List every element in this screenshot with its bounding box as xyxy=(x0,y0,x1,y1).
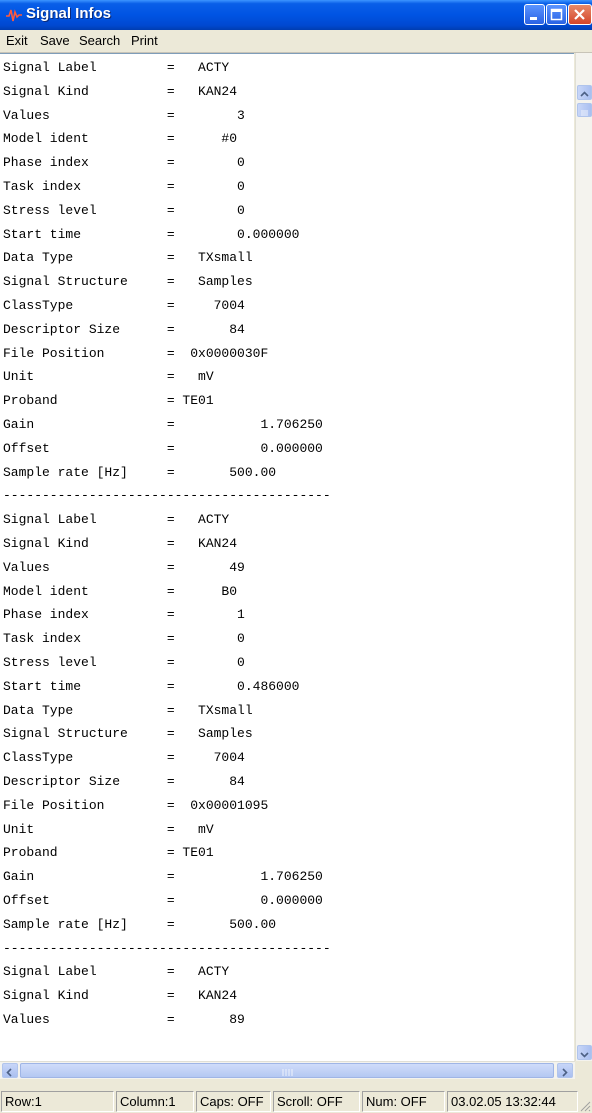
separator-line: ----------------------------------------… xyxy=(3,940,331,956)
status-bar: Row:1 Column:1 Caps: OFF Scroll: OFF Num… xyxy=(0,1079,592,1113)
grip-icon xyxy=(282,1069,293,1076)
info-line: Values = 49 xyxy=(3,559,245,575)
scroll-thumb[interactable] xyxy=(577,103,592,117)
status-num: Num: OFF xyxy=(362,1091,445,1112)
info-line: Signal Structure = Samples xyxy=(3,274,253,290)
info-line: Stress level = 0 xyxy=(3,202,245,218)
info-line: Values = 89 xyxy=(3,1012,245,1027)
status-scroll: Scroll: OFF xyxy=(273,1091,360,1112)
info-line: Signal Label = ACTY xyxy=(3,60,230,75)
info-line: Phase index = 1 xyxy=(3,607,245,623)
vertical-scrollbar[interactable] xyxy=(575,53,592,1061)
close-button[interactable] xyxy=(568,4,592,25)
status-datetime: 03.02.05 13:32:44 xyxy=(447,1091,578,1112)
info-line: Unit = mV xyxy=(3,821,214,837)
window-title: Signal Infos xyxy=(26,5,112,22)
info-line: Data Type = TXsmall xyxy=(3,702,253,718)
signal-info-text-area[interactable]: Signal Label = ACTY Signal Kind = KAN24 Va… xyxy=(0,53,574,1062)
status-caps: Caps: OFF xyxy=(196,1091,271,1112)
info-line: Offset = 0.000000 xyxy=(3,893,323,908)
maximize-icon xyxy=(550,8,563,21)
info-line: Phase index = 0 xyxy=(3,155,245,171)
horizontal-scrollbar[interactable] xyxy=(0,1061,575,1079)
info-line: Signal Kind = KAN24 xyxy=(3,83,238,99)
resize-grip-icon[interactable] xyxy=(579,1100,591,1112)
scrollbar-corner xyxy=(575,1061,592,1078)
chevron-down-icon xyxy=(580,1052,589,1058)
info-line: Descriptor Size = 84 xyxy=(3,321,245,337)
maximize-button[interactable] xyxy=(546,4,567,25)
info-line: Task index = 0 xyxy=(3,631,245,647)
scroll-up-button[interactable] xyxy=(577,85,592,100)
menu-save[interactable]: Save xyxy=(40,33,70,48)
info-line: Gain = 1.706250 xyxy=(3,417,323,432)
menu-search[interactable]: Search xyxy=(79,33,120,48)
status-column: Column:1 xyxy=(116,1091,194,1112)
info-line: Signal Kind = KAN24 xyxy=(3,536,238,551)
info-line: Sample rate [Hz] = 500.00 xyxy=(3,916,277,932)
info-line: Signal Kind = KAN24 xyxy=(3,988,238,1004)
separator-line: ----------------------------------------… xyxy=(3,488,331,504)
info-line: Model ident = B0 xyxy=(3,583,238,599)
menu-bar: Exit Save Search Print xyxy=(0,30,592,53)
info-line: Offset = 0.000000 xyxy=(3,440,323,456)
info-line: Sample rate [Hz] = 500.00 xyxy=(3,464,277,480)
menu-print[interactable]: Print xyxy=(131,33,158,48)
info-line: Gain = 1.706250 xyxy=(3,869,323,885)
info-line: Signal Label = ACTY xyxy=(3,512,230,528)
close-icon xyxy=(574,9,585,20)
scroll-down-button[interactable] xyxy=(577,1045,592,1060)
info-line: Data Type = TXsmall xyxy=(3,250,253,266)
info-line: File Position = 0x00001095 xyxy=(3,797,269,813)
info-line: Stress level = 0 xyxy=(3,655,245,670)
info-line: Signal Label = ACTY xyxy=(3,964,230,980)
info-line: Signal Structure = Samples xyxy=(3,726,253,742)
grip-icon xyxy=(581,110,588,116)
info-line: Start time = 0.486000 xyxy=(3,678,300,694)
info-line: Unit = mV xyxy=(3,369,214,385)
chevron-left-icon xyxy=(6,1068,12,1077)
scroll-right-button[interactable] xyxy=(557,1063,573,1078)
title-bar[interactable]: Signal Infos xyxy=(0,0,592,30)
status-row: Row:1 xyxy=(1,1091,114,1112)
info-line: Proband = TE01 xyxy=(3,845,214,861)
chevron-right-icon xyxy=(562,1068,568,1077)
menu-exit[interactable]: Exit xyxy=(6,33,28,48)
info-line: Start time = 0.000000 xyxy=(3,226,300,242)
signal-waveform-icon xyxy=(6,7,22,23)
info-line: Model ident = #0 xyxy=(3,131,238,147)
info-line: Task index = 0 xyxy=(3,179,245,194)
horizontal-scroll-thumb[interactable] xyxy=(20,1063,554,1078)
info-line: ClassType = 7004 xyxy=(3,750,245,766)
info-line: ClassType = 7004 xyxy=(3,298,245,313)
chevron-up-icon xyxy=(580,91,589,97)
scroll-left-button[interactable] xyxy=(2,1063,18,1078)
info-line: Proband = TE01 xyxy=(3,393,214,409)
info-line: Descriptor Size = 84 xyxy=(3,774,245,789)
info-line: File Position = 0x0000030F xyxy=(3,345,269,361)
minimize-button[interactable] xyxy=(524,4,545,25)
minimize-icon xyxy=(530,17,537,20)
info-line: Values = 3 xyxy=(3,107,245,123)
